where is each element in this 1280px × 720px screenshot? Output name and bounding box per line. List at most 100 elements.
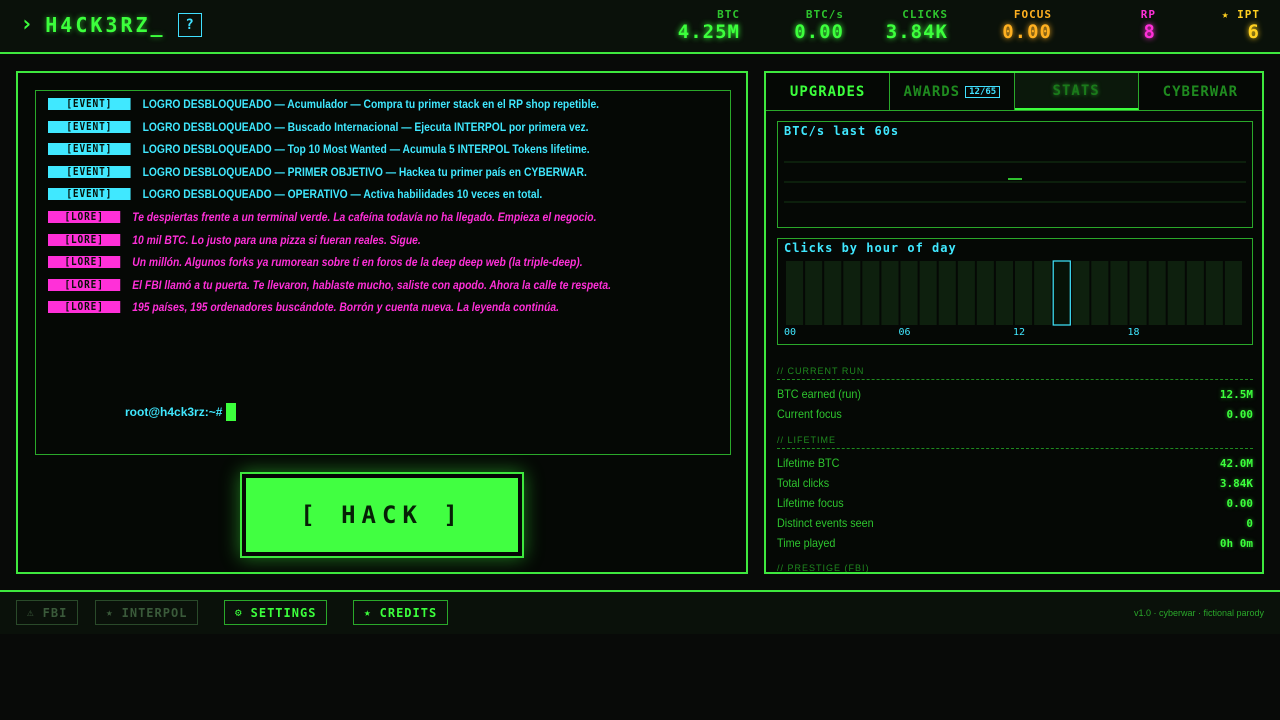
stat-key: Lifetime focus (777, 496, 844, 510)
star-icon: ★ (106, 606, 114, 619)
top-bar: › H4CK3RZ_ ? BTC 4.25M BTC/s 0.00 CLICKS… (0, 0, 1280, 54)
tab-awards[interactable]: AWARDS 12/65 (890, 73, 1015, 110)
stat-clicks: CLICKS 3.84K (870, 8, 948, 42)
stat-row: Current focus 0.00 (777, 404, 1253, 424)
stat-row: Time played 0h 0m (777, 533, 1253, 553)
log-line: [LORE] Te despiertas frente a un terminal… (48, 206, 716, 229)
log-text: Te despiertas frente a un terminal verde… (132, 209, 597, 224)
log-line: [EVENT] LOGRO DESBLOQUEADO — PRIMER OBJET… (48, 161, 716, 184)
stat-val: 0.00 (1226, 407, 1254, 421)
section-heading: // LIFETIME (777, 435, 1253, 449)
stat-btc-per-second: BTC/s 0.00 (770, 8, 844, 42)
stat-value: 3.84K (885, 21, 948, 43)
x-tick-label: 18 (1128, 327, 1140, 338)
lore-tag: [LORE] (48, 301, 121, 314)
tab-bar: UPGRADES AWARDS 12/65 STATS CYBERWAR (766, 73, 1262, 111)
stat-value: 6 (1247, 21, 1260, 43)
stat-label: ★ IPT (1221, 8, 1260, 21)
log-line: [EVENT] LOGRO DESBLOQUEADO — Buscado Inte… (48, 116, 716, 139)
awards-count-badge: 12/65 (965, 85, 1001, 98)
credits-button[interactable]: ★ CREDITS (353, 600, 449, 625)
log-text: LOGRO DESBLOQUEADO — Acumulador — Compra… (142, 97, 600, 111)
log-text: LOGRO DESBLOQUEADO — PRIMER OBJETIVO — H… (142, 164, 587, 179)
button-label: SETTINGS (250, 605, 317, 620)
button-label: CREDITS (379, 605, 438, 620)
hour-bar-bg (957, 261, 975, 325)
log-line: [EVENT] LOGRO DESBLOQUEADO — Top 10 Most … (48, 138, 716, 161)
hour-bar-bg (786, 261, 804, 325)
hour-bar-bg (1129, 261, 1147, 325)
hour-bar-bg (900, 261, 918, 325)
settings-button[interactable]: ⚙ SETTINGS (224, 600, 328, 625)
stat-row: Lifetime focus 0.00 (777, 493, 1253, 513)
log-line: [LORE] El FBI llamó a tu puerta. Te lleva… (48, 274, 716, 297)
command-prompt[interactable]: root@h4ck3rz:~# (125, 403, 237, 421)
hour-bar-bg (1167, 261, 1185, 325)
log-line: [EVENT] LOGRO DESBLOQUEADO — Acumulador —… (48, 93, 716, 116)
help-button[interactable]: ? (177, 12, 202, 37)
tab-label: AWARDS (903, 83, 961, 100)
btc-per-second-chart: BTC/s last 60s (777, 121, 1253, 228)
stat-key: BTC earned (run) (777, 387, 862, 401)
stat-val: 0h 0m (1219, 536, 1253, 550)
lore-tag: [LORE] (48, 210, 121, 223)
stat-value: 4.25M (677, 21, 740, 43)
stat-label: FOCUS (1013, 8, 1052, 21)
log-line: [LORE] 10 mil BTC. Lo justo para una pizz… (48, 229, 716, 252)
tab-label: CYBERWAR (1162, 83, 1239, 100)
hour-bar-bg (1091, 261, 1109, 325)
x-tick-label: 12 (1013, 327, 1025, 338)
stat-row: Lifetime BTC 42.0M (777, 453, 1253, 473)
stat-row: Total clicks 3.84K (777, 473, 1253, 493)
hour-bar-bg (919, 261, 937, 325)
stat-ipt: ★ IPT 6 (1196, 8, 1260, 42)
terminal-panel: [EVENT] LOGRO DESBLOQUEADO — Acumulador —… (16, 71, 748, 574)
stat-val: 3.84K (1219, 476, 1253, 490)
lifetime-section: // LIFETIME Lifetime BTC 42.0M Total clic… (777, 435, 1253, 553)
bottom-bar: ⚠ FBI ★ INTERPOL ⚙ SETTINGS ★ CREDITS v1.0 ·… (0, 590, 1280, 634)
warning-icon: ⚠ (27, 606, 35, 619)
brand: › H4CK3RZ_ ? (20, 12, 202, 37)
stat-focus: FOCUS 0.00 (990, 8, 1052, 42)
hack-button-frame: [ HACK ] (240, 472, 524, 558)
log-line: [LORE] 195 países, 195 ordenadores buscán… (48, 296, 716, 319)
hour-bar-bg (1186, 261, 1204, 325)
tab-stats[interactable]: STATS (1014, 73, 1139, 110)
tab-upgrades[interactable]: UPGRADES (766, 73, 891, 110)
stat-value: 0.00 (1002, 21, 1052, 43)
stat-label: BTC (717, 8, 740, 21)
hour-bar-bg (1148, 261, 1166, 325)
button-label: FBI (42, 605, 68, 620)
stat-label: CLICKS (902, 8, 948, 21)
app-title: H4CK3RZ_ (45, 12, 166, 37)
hack-button[interactable]: [ HACK ] (246, 478, 518, 552)
log-text: LOGRO DESBLOQUEADO — Buscado Internacion… (142, 119, 589, 134)
stat-value: 0.00 (794, 21, 844, 43)
event-tag: [EVENT] (48, 143, 131, 156)
log-text: LOGRO DESBLOQUEADO — OPERATIVO — Activa … (142, 187, 543, 202)
stat-val: 12.5M (1219, 387, 1253, 401)
stat-val: 0.00 (1226, 496, 1254, 510)
section-heading: // CURRENT RUN (777, 366, 1253, 380)
stat-key: Lifetime BTC (777, 456, 840, 470)
lore-tag: [LORE] (48, 278, 121, 291)
fbi-button[interactable]: ⚠ FBI (16, 600, 79, 625)
log-text: LOGRO DESBLOQUEADO — Top 10 Most Wanted … (142, 142, 590, 157)
stat-key: Time played (777, 536, 836, 550)
gear-icon: ⚙ (235, 606, 243, 619)
hour-bar-bg (881, 261, 899, 325)
stat-label: RP (1140, 8, 1156, 21)
tab-cyberwar[interactable]: CYBERWAR (1139, 73, 1262, 110)
log-text: Un millón. Algunos forks ya rumorean sob… (132, 255, 583, 270)
hour-bar-bg (976, 261, 994, 325)
stat-row: Distinct events seen 0 (777, 513, 1253, 533)
cursor-block (226, 403, 237, 421)
log-line: [EVENT] LOGRO DESBLOQUEADO — OPERATIVO — … (48, 183, 716, 206)
stat-btc: BTC 4.25M (668, 8, 740, 42)
hour-bar-bg (938, 261, 956, 325)
prompt-text: root@h4ck3rz:~# (125, 405, 223, 419)
button-label: INTERPOL (121, 605, 188, 620)
interpol-button[interactable]: ★ INTERPOL (95, 600, 199, 625)
terminal-log[interactable]: [EVENT] LOGRO DESBLOQUEADO — Acumulador —… (35, 90, 731, 455)
section-heading: // PRESTIGE (FBI) (777, 563, 1253, 572)
